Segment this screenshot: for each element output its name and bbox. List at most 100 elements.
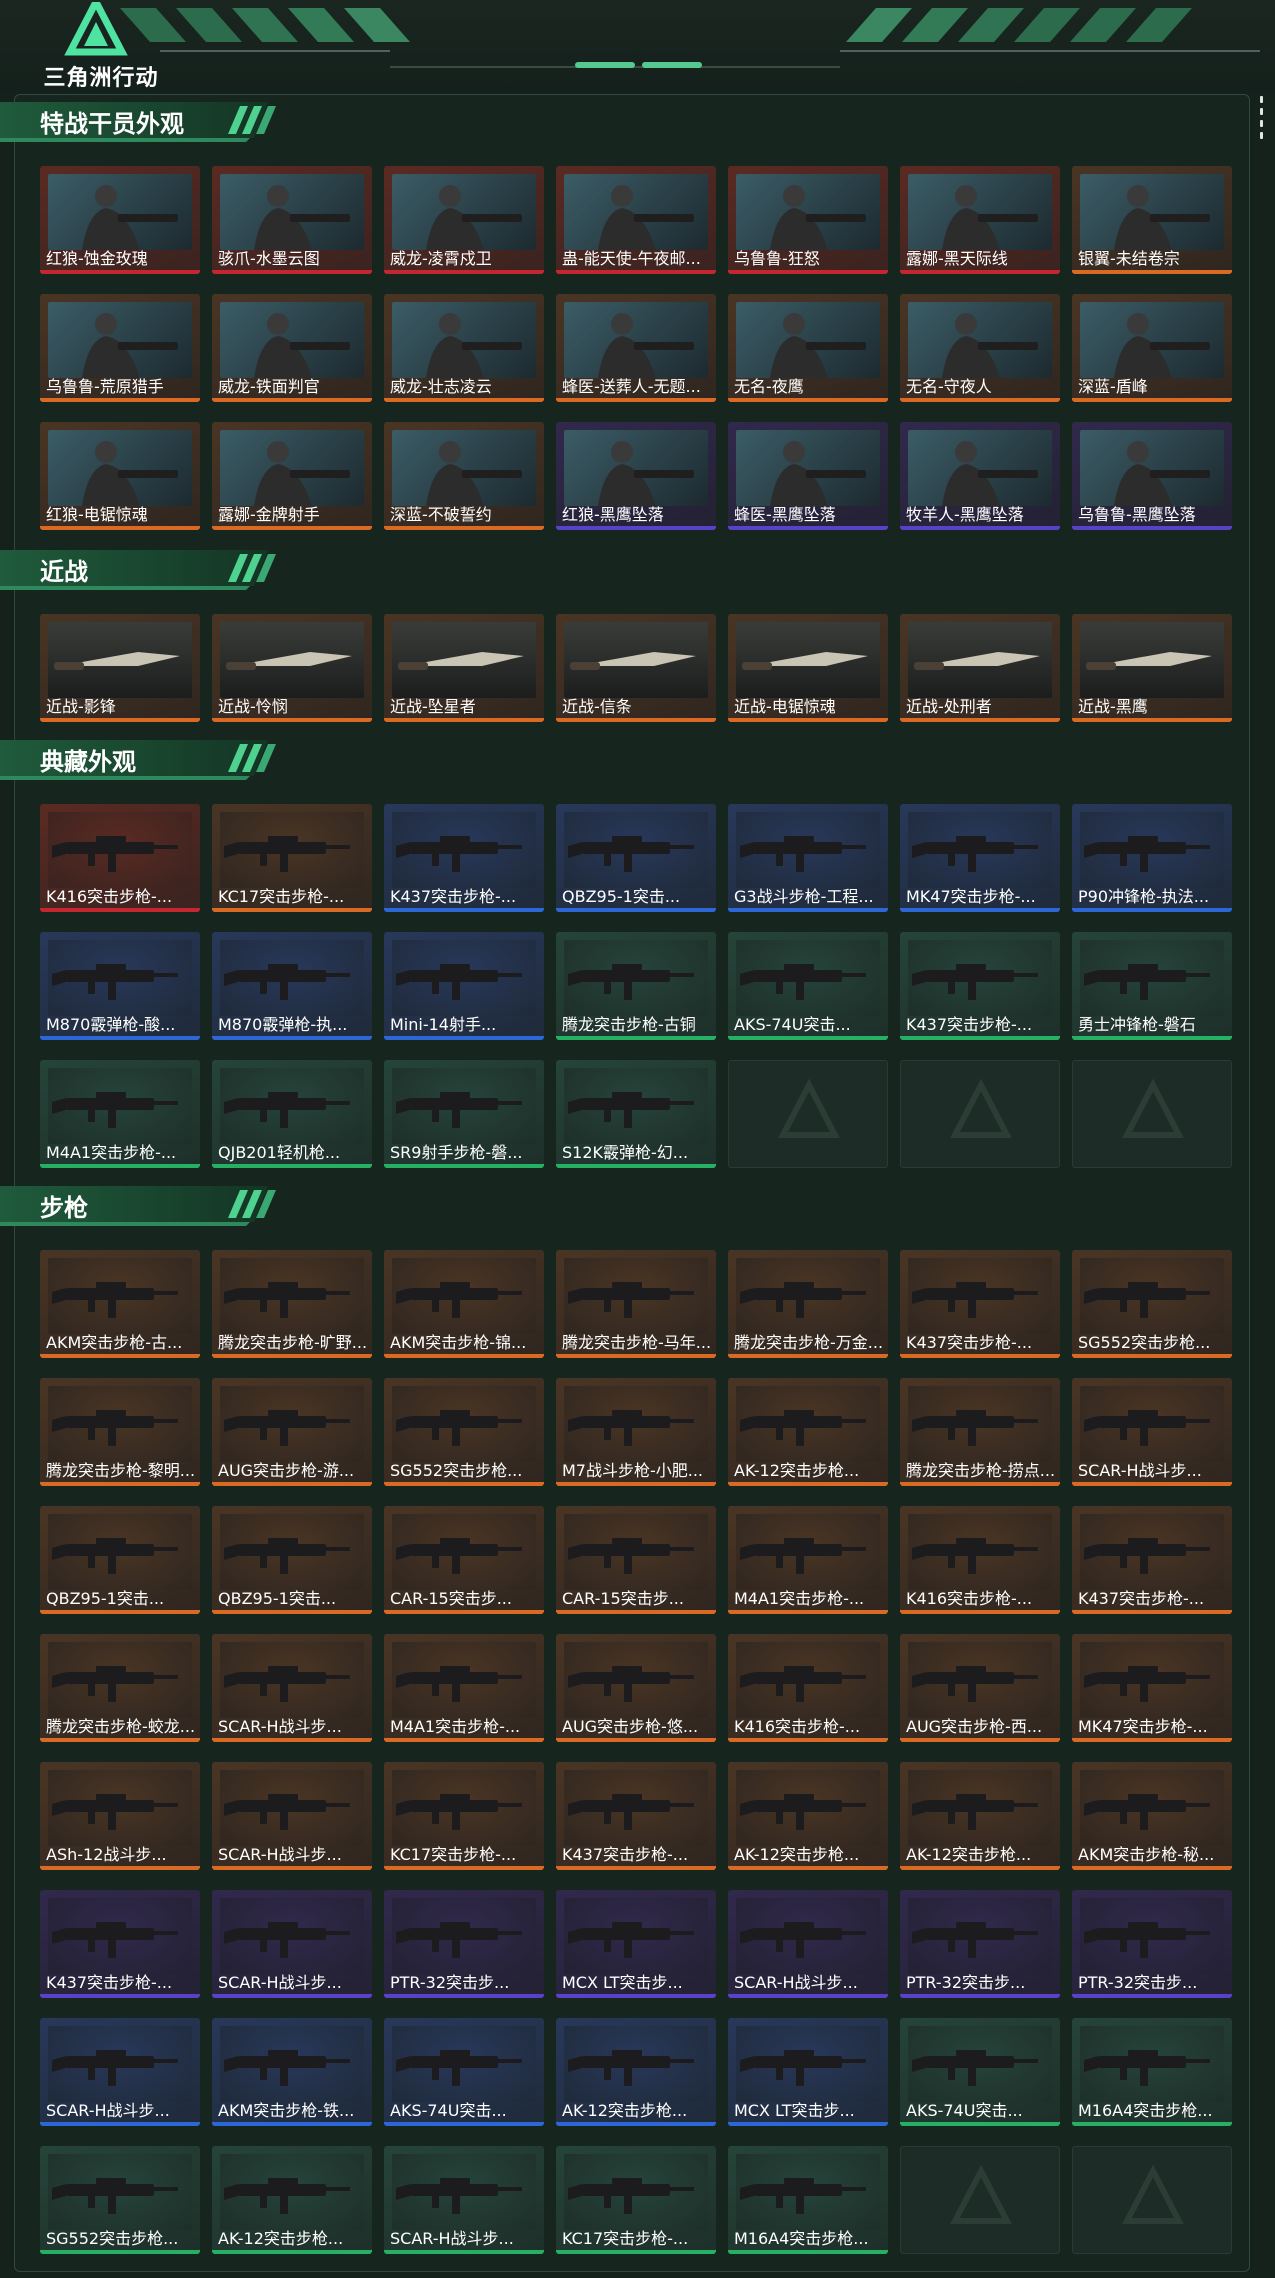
- skin-card[interactable]: AK-12突击步枪...: [556, 2018, 716, 2126]
- skin-card[interactable]: 近战-电锯惊魂: [728, 614, 888, 722]
- skin-card[interactable]: QBZ95-1突击...: [40, 1506, 200, 1614]
- skin-card[interactable]: QBZ95-1突击...: [556, 804, 716, 912]
- skin-card[interactable]: 骇爪-水墨云图: [212, 166, 372, 274]
- skin-card[interactable]: MCX LT突击步...: [556, 1890, 716, 1998]
- skin-card[interactable]: K437突击步枪-...: [900, 932, 1060, 1040]
- skin-card[interactable]: K416突击步枪-...: [40, 804, 200, 912]
- skin-card[interactable]: M870霰弹枪-酸...: [40, 932, 200, 1040]
- skin-card[interactable]: SR9射手步枪-磐...: [384, 1060, 544, 1168]
- skin-card[interactable]: PTR-32突击步...: [1072, 1890, 1232, 1998]
- skin-card[interactable]: 银翼-未结卷宗: [1072, 166, 1232, 274]
- skin-card[interactable]: M16A4突击步枪...: [728, 2146, 888, 2254]
- skin-card[interactable]: SCAR-H战斗步...: [212, 1634, 372, 1742]
- skin-card[interactable]: AKM突击步枪-古...: [40, 1250, 200, 1358]
- skin-card[interactable]: K437突击步枪-...: [1072, 1506, 1232, 1614]
- skin-card[interactable]: SG552突击步枪...: [40, 2146, 200, 2254]
- skin-card[interactable]: 近战-坠星者: [384, 614, 544, 722]
- skin-card[interactable]: 腾龙突击步枪-马年...: [556, 1250, 716, 1358]
- skin-card[interactable]: M4A1突击步枪-...: [40, 1060, 200, 1168]
- skin-card[interactable]: 乌鲁鲁-狂怒: [728, 166, 888, 274]
- skin-card[interactable]: K416突击步枪-...: [728, 1634, 888, 1742]
- skin-card[interactable]: S12K霰弹枪-幻...: [556, 1060, 716, 1168]
- skin-card[interactable]: K437突击步枪-...: [40, 1890, 200, 1998]
- skin-card[interactable]: SCAR-H战斗步...: [212, 1890, 372, 1998]
- skin-card[interactable]: K437突击步枪-...: [556, 1762, 716, 1870]
- skin-card[interactable]: 蜂医-黑鹰坠落: [728, 422, 888, 530]
- skin-card[interactable]: AK-12突击步枪...: [728, 1378, 888, 1486]
- skin-card[interactable]: 近战-黑鹰: [1072, 614, 1232, 722]
- skin-card[interactable]: QBZ95-1突击...: [212, 1506, 372, 1614]
- skin-card[interactable]: M870霰弹枪-执...: [212, 932, 372, 1040]
- skin-card[interactable]: AK-12突击步枪...: [728, 1762, 888, 1870]
- skin-card[interactable]: 威龙-铁面判官: [212, 294, 372, 402]
- skin-card[interactable]: 威龙-凌霄戍卫: [384, 166, 544, 274]
- skin-card[interactable]: 无名-夜鹰: [728, 294, 888, 402]
- skin-card[interactable]: SCAR-H战斗步...: [728, 1890, 888, 1998]
- skin-card[interactable]: M16A4突击步枪...: [1072, 2018, 1232, 2126]
- skin-card[interactable]: KC17突击步枪-...: [212, 804, 372, 912]
- skin-card[interactable]: K437突击步枪-...: [384, 804, 544, 912]
- skin-card[interactable]: 腾龙突击步枪-万金...: [728, 1250, 888, 1358]
- skin-card[interactable]: KC17突击步枪-...: [556, 2146, 716, 2254]
- skin-card[interactable]: AUG突击步枪-西...: [900, 1634, 1060, 1742]
- skin-card[interactable]: M7战斗步枪-小肥...: [556, 1378, 716, 1486]
- skin-card[interactable]: 牧羊人-黑鹰坠落: [900, 422, 1060, 530]
- skin-card[interactable]: 露娜-黑天际线: [900, 166, 1060, 274]
- skin-card[interactable]: 近战-信条: [556, 614, 716, 722]
- skin-card[interactable]: MK47突击步枪-...: [900, 804, 1060, 912]
- skin-card[interactable]: PTR-32突击步...: [384, 1890, 544, 1998]
- skin-card[interactable]: 无名-守夜人: [900, 294, 1060, 402]
- skin-card[interactable]: 蜂医-送葬人-无题...: [556, 294, 716, 402]
- skin-card[interactable]: CAR-15突击步...: [556, 1506, 716, 1614]
- skin-card[interactable]: MK47突击步枪-...: [1072, 1634, 1232, 1742]
- skin-card[interactable]: 腾龙突击步枪-捞点...: [900, 1378, 1060, 1486]
- skin-card[interactable]: AKS-74U突击...: [728, 932, 888, 1040]
- skin-card[interactable]: SCAR-H战斗步...: [212, 1762, 372, 1870]
- skin-card[interactable]: AKS-74U突击...: [900, 2018, 1060, 2126]
- skin-card[interactable]: AUG突击步枪-悠...: [556, 1634, 716, 1742]
- skin-card[interactable]: 乌鲁鲁-黑鹰坠落: [1072, 422, 1232, 530]
- skin-card[interactable]: QJB201轻机枪...: [212, 1060, 372, 1168]
- skin-card[interactable]: ASh-12战斗步...: [40, 1762, 200, 1870]
- skin-card[interactable]: K416突击步枪-...: [900, 1506, 1060, 1614]
- skin-card[interactable]: M4A1突击步枪-...: [728, 1506, 888, 1614]
- skin-card[interactable]: KC17突击步枪-...: [384, 1762, 544, 1870]
- skin-card[interactable]: 深蓝-盾峰: [1072, 294, 1232, 402]
- skin-card[interactable]: 红狼-黑鹰坠落: [556, 422, 716, 530]
- skin-card[interactable]: 腾龙突击步枪-旷野...: [212, 1250, 372, 1358]
- skin-card[interactable]: 勇士冲锋枪-磐石: [1072, 932, 1232, 1040]
- skin-card[interactable]: CAR-15突击步...: [384, 1506, 544, 1614]
- skin-card[interactable]: AKM突击步枪-锦...: [384, 1250, 544, 1358]
- skin-card[interactable]: 腾龙突击步枪-古铜: [556, 932, 716, 1040]
- skin-card[interactable]: 深蓝-不破誓约: [384, 422, 544, 530]
- more-dots-icon[interactable]: [1258, 96, 1264, 152]
- skin-card[interactable]: SCAR-H战斗步...: [1072, 1378, 1232, 1486]
- skin-card[interactable]: 乌鲁鲁-荒原猎手: [40, 294, 200, 402]
- skin-card[interactable]: SG552突击步枪...: [384, 1378, 544, 1486]
- skin-card[interactable]: M4A1突击步枪-...: [384, 1634, 544, 1742]
- skin-card[interactable]: 红狼-电锯惊魂: [40, 422, 200, 530]
- skin-card[interactable]: 近战-怜悯: [212, 614, 372, 722]
- skin-card[interactable]: SG552突击步枪...: [1072, 1250, 1232, 1358]
- skin-card[interactable]: P90冲锋枪-执法...: [1072, 804, 1232, 912]
- skin-card[interactable]: AK-12突击步枪...: [212, 2146, 372, 2254]
- skin-card[interactable]: 威龙-壮志凌云: [384, 294, 544, 402]
- skin-card[interactable]: SCAR-H战斗步...: [40, 2018, 200, 2126]
- skin-card[interactable]: AKM突击步枪-秘...: [1072, 1762, 1232, 1870]
- skin-card[interactable]: AK-12突击步枪...: [900, 1762, 1060, 1870]
- skin-card[interactable]: AKS-74U突击...: [384, 2018, 544, 2126]
- skin-card[interactable]: K437突击步枪-...: [900, 1250, 1060, 1358]
- skin-card[interactable]: AUG突击步枪-游...: [212, 1378, 372, 1486]
- skin-card[interactable]: AKM突击步枪-铁...: [212, 2018, 372, 2126]
- skin-card[interactable]: 露娜-金牌射手: [212, 422, 372, 530]
- skin-card[interactable]: PTR-32突击步...: [900, 1890, 1060, 1998]
- skin-card[interactable]: 腾龙突击步枪-蛟龙...: [40, 1634, 200, 1742]
- skin-card[interactable]: 红狼-蚀金玫瑰: [40, 166, 200, 274]
- skin-card[interactable]: Mini-14射手...: [384, 932, 544, 1040]
- skin-card[interactable]: 近战-影锋: [40, 614, 200, 722]
- skin-card[interactable]: 蛊-能天使-午夜邮...: [556, 166, 716, 274]
- skin-card[interactable]: G3战斗步枪-工程...: [728, 804, 888, 912]
- skin-card[interactable]: 近战-处刑者: [900, 614, 1060, 722]
- skin-card[interactable]: 腾龙突击步枪-黎明...: [40, 1378, 200, 1486]
- skin-card[interactable]: MCX LT突击步...: [728, 2018, 888, 2126]
